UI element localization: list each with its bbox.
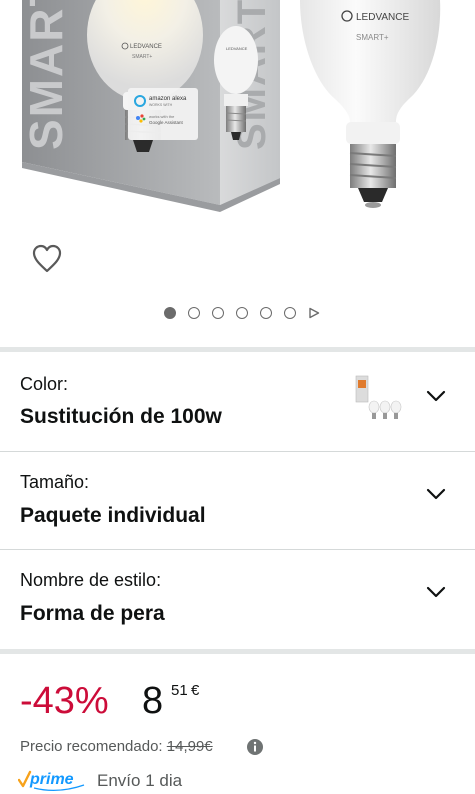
carousel-dot[interactable] <box>283 307 296 319</box>
carousel-dot[interactable] <box>163 307 176 319</box>
prime-logo-icon: prime <box>18 770 85 792</box>
carousel-dot[interactable] <box>187 307 200 319</box>
svg-text:WORKS WITH: WORKS WITH <box>149 103 173 107</box>
chevron-down-icon <box>426 390 446 402</box>
section-divider <box>0 649 475 654</box>
color-value: Sustitución de 100w <box>20 405 222 428</box>
svg-text:LEDVANCE: LEDVANCE <box>226 46 248 51</box>
video-play-icon[interactable] <box>308 307 320 319</box>
size-value: Paquete individual <box>20 504 206 527</box>
price-currency: € <box>191 682 200 699</box>
svg-text:amazon alexa: amazon alexa <box>149 96 187 102</box>
svg-text:LEDVANCE: LEDVANCE <box>356 12 409 23</box>
image-carousel-indicator <box>0 303 475 323</box>
wishlist-heart-icon[interactable] <box>30 242 64 276</box>
style-value: Forma de pera <box>20 602 165 625</box>
svg-text:SMART: SMART <box>20 0 72 150</box>
svg-text:LEDVANCE: LEDVANCE <box>130 44 162 50</box>
style-option-selector[interactable]: Nombre de estilo: Forma de pera <box>0 550 475 646</box>
info-icon[interactable] <box>246 738 264 756</box>
recommended-price-value: 14,99€ <box>166 738 213 755</box>
size-label: Tamaño: <box>20 472 90 492</box>
color-label: Color: <box>20 374 69 394</box>
svg-text:Google Assistant: Google Assistant <box>149 120 184 125</box>
color-swatch-thumbnail <box>355 375 402 419</box>
prime-label: prime <box>29 771 74 788</box>
product-image[interactable]: SMART SMART LEDVANCE SMART+ amazon alexa… <box>0 0 475 240</box>
chevron-down-icon <box>426 586 446 598</box>
carousel-dot[interactable] <box>259 307 272 319</box>
discount-percentage: -43% <box>20 680 109 722</box>
price-whole: 8 <box>142 680 164 722</box>
recommended-price-label: Precio recomendado: <box>20 738 163 755</box>
size-option-selector[interactable]: Tamaño: Paquete individual <box>0 452 475 548</box>
price-fraction: 51 <box>171 682 188 699</box>
color-option-selector[interactable]: Color: Sustitución de 100w <box>0 352 475 448</box>
product-photo: SMART SMART LEDVANCE SMART+ amazon alexa… <box>20 0 441 212</box>
svg-text:SMART+: SMART+ <box>356 33 389 42</box>
style-label: Nombre de estilo: <box>20 570 162 590</box>
chevron-down-icon <box>426 488 446 500</box>
delivery-info: Envío 1 dia <box>97 771 183 790</box>
recommended-price: Precio recomendado: 14,99€ <box>20 738 213 755</box>
carousel-dot[interactable] <box>211 307 224 319</box>
carousel-dot[interactable] <box>235 307 248 319</box>
svg-text:SMART+: SMART+ <box>132 54 152 60</box>
svg-text:works with the: works with the <box>149 114 175 119</box>
